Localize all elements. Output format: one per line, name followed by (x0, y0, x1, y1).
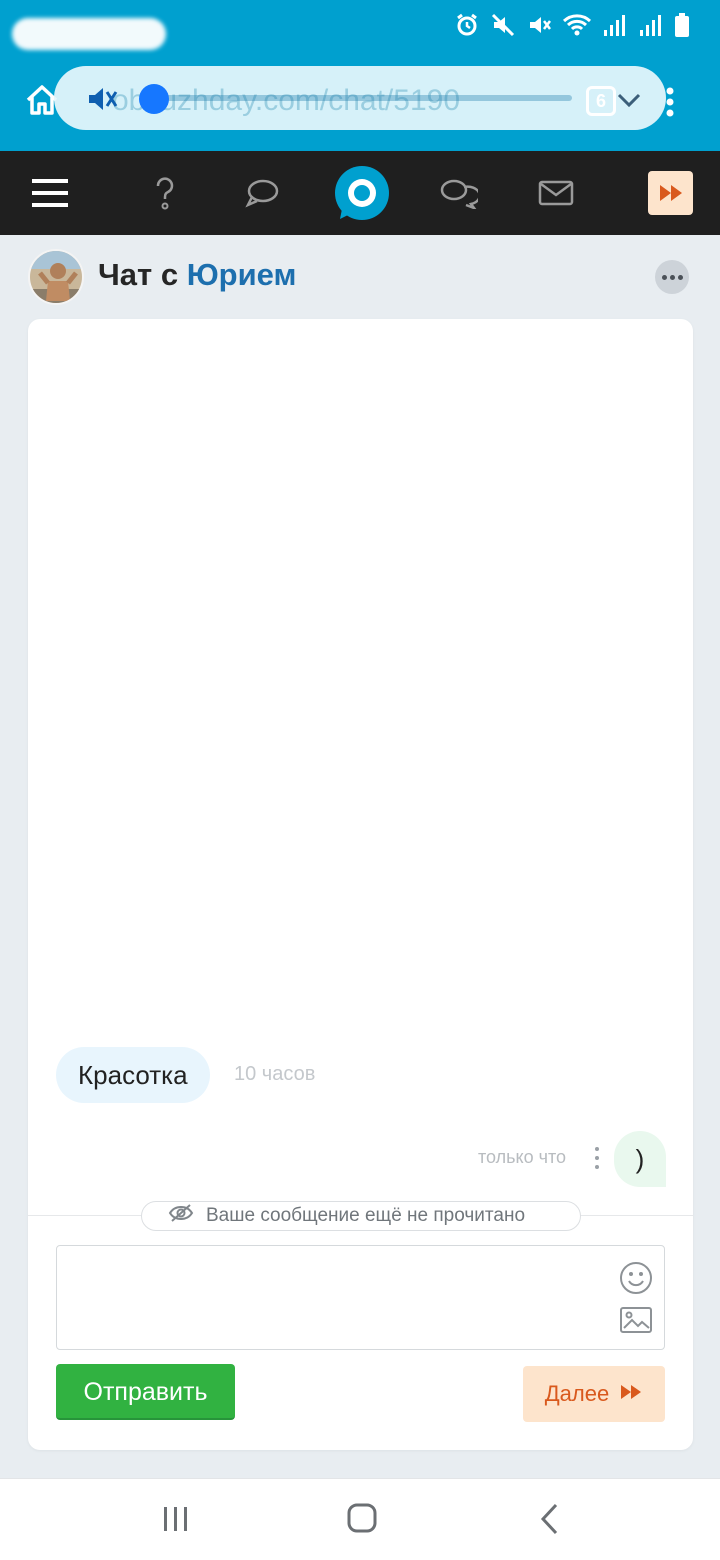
browser-menu-icon[interactable] (664, 86, 676, 118)
recent-apps-icon[interactable] (156, 1501, 196, 1537)
outgoing-message-time: только что (478, 1147, 567, 1167)
page-load-progress (160, 95, 572, 101)
incoming-message: Красотка (56, 1047, 210, 1103)
signal-icon-2 (638, 12, 664, 43)
wifi-icon (562, 12, 592, 43)
site-mute-icon[interactable] (86, 84, 120, 114)
question-icon[interactable] (140, 168, 190, 218)
unread-notice-text: Ваше сообщение ещё не прочитано (206, 1205, 526, 1226)
mute-icon (526, 12, 552, 43)
eye-off-icon (168, 1203, 194, 1229)
back-icon[interactable] (530, 1501, 570, 1537)
dot-icon (595, 1147, 599, 1151)
record-indicator-icon (139, 84, 169, 114)
signal-icon-1 (602, 12, 628, 43)
dot-icon (595, 1156, 599, 1160)
next-button-label: Далее (544, 1381, 610, 1406)
mail-icon[interactable] (531, 168, 581, 218)
message-input[interactable] (56, 1245, 665, 1350)
contact-name[interactable]: Юрием (187, 257, 297, 292)
logo-icon[interactable] (334, 165, 390, 221)
outgoing-message: ) (614, 1131, 666, 1187)
incoming-message-time: 10 часов (234, 1063, 316, 1085)
url-text[interactable]: obsuzhday.com/chat/5190 (112, 84, 532, 118)
forward-icon (619, 1381, 643, 1407)
forward-icon[interactable] (648, 171, 693, 215)
image-upload-icon[interactable] (619, 1306, 653, 1336)
message-menu-icon[interactable] (594, 1147, 600, 1169)
status-time-redacted (12, 18, 166, 50)
chat-panel: Красотка 10 часов только что ) Ваше сооб… (28, 319, 693, 1450)
tab-count-button[interactable]: 6 (586, 86, 616, 116)
system-navigation-bar (0, 1478, 720, 1560)
chat-header: Чат с Юрием (0, 235, 720, 319)
more-options-button[interactable] (655, 260, 689, 294)
chat-bubble-icon[interactable] (237, 168, 287, 218)
unread-notice: Ваше сообщение ещё не прочитано (141, 1201, 581, 1231)
chevron-down-icon[interactable] (614, 88, 644, 112)
dot-icon (677, 274, 683, 280)
next-button[interactable]: Далее (523, 1366, 665, 1422)
site-nav (0, 151, 720, 235)
title-prefix: Чат с (98, 257, 179, 292)
alarm-icon (454, 12, 480, 43)
dot-icon (595, 1165, 599, 1169)
vibrate-off-icon (490, 12, 516, 43)
browser-top-bar: obsuzhday.com/chat/5190 6 (0, 0, 720, 151)
battery-icon (674, 12, 690, 43)
page-title: Чат с Юрием (98, 257, 296, 293)
status-icons (454, 12, 690, 42)
menu-icon[interactable] (25, 168, 75, 218)
home-nav-icon[interactable] (342, 1501, 382, 1537)
messages-icon[interactable] (433, 168, 483, 218)
emoji-icon[interactable] (619, 1261, 653, 1295)
dot-icon (669, 274, 675, 280)
send-button[interactable]: Отправить (56, 1364, 235, 1420)
dot-icon (661, 274, 667, 280)
avatar[interactable] (28, 249, 84, 305)
